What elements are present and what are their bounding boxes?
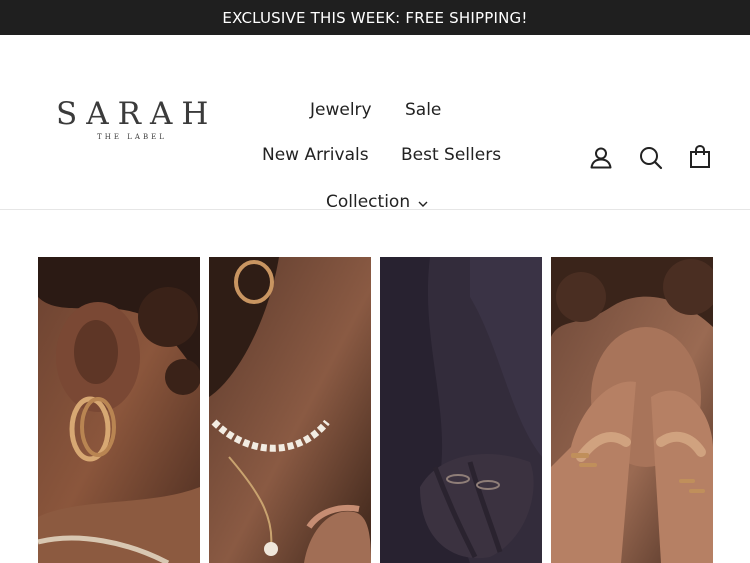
site-header: SARAH THE LABEL Jewelry Sale New Arrival… bbox=[0, 35, 750, 213]
rings-on-hand-photo[interactable] bbox=[380, 257, 542, 563]
chevron-down-icon bbox=[418, 193, 428, 213]
brand-tagline: THE LABEL bbox=[97, 133, 167, 141]
brand-name: SARAH bbox=[56, 96, 218, 132]
header-divider bbox=[0, 209, 750, 210]
announcement-bar: EXCLUSIVE THIS WEEK: FREE SHIPPING! bbox=[0, 0, 750, 35]
account-icon[interactable] bbox=[588, 145, 614, 171]
brand-logo[interactable]: SARAH THE LABEL bbox=[48, 97, 216, 141]
search-icon[interactable] bbox=[638, 145, 664, 171]
cart-icon[interactable] bbox=[687, 144, 713, 170]
nav-sale[interactable]: Sale bbox=[405, 100, 441, 120]
nav-jewelry[interactable]: Jewelry bbox=[310, 100, 372, 120]
featured-gallery bbox=[38, 257, 713, 563]
stacked-rings-face-photo[interactable] bbox=[551, 257, 713, 563]
announcement-text: EXCLUSIVE THIS WEEK: FREE SHIPPING! bbox=[222, 8, 528, 27]
pearl-necklace-photo[interactable] bbox=[209, 257, 371, 563]
hoop-earrings-photo[interactable] bbox=[38, 257, 200, 563]
nav-new-arrivals[interactable]: New Arrivals bbox=[262, 145, 369, 165]
nav-best-sellers[interactable]: Best Sellers bbox=[401, 145, 501, 165]
